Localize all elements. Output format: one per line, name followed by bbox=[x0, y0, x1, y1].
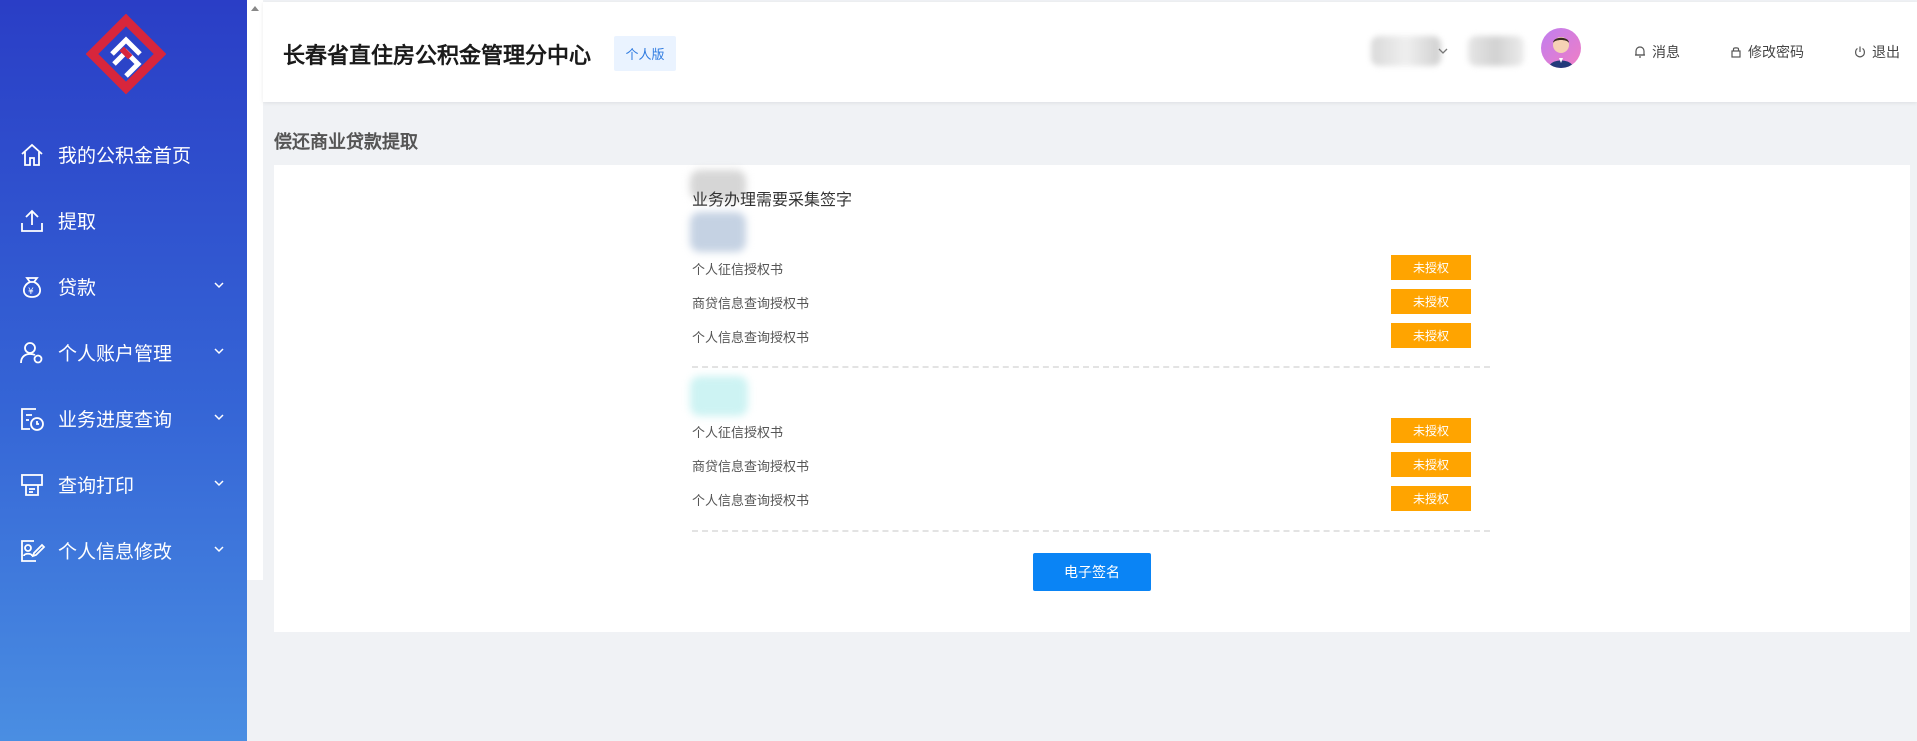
sidebar-scrollbar[interactable] bbox=[247, 0, 263, 580]
progress-clock-icon bbox=[21, 408, 44, 431]
chevron-down-icon[interactable] bbox=[1437, 46, 1449, 56]
edit-profile-icon bbox=[21, 540, 46, 562]
sidebar-item-label: 贷款 bbox=[58, 276, 97, 299]
list-item: 商贷信息查询授权书 未授权 bbox=[692, 452, 1472, 478]
logout-button[interactable]: 退出 bbox=[1853, 42, 1900, 62]
money-bag-icon: ¥ bbox=[22, 277, 42, 298]
esign-button[interactable]: 电子签名 bbox=[1033, 553, 1151, 591]
change-password-label: 修改密码 bbox=[1748, 45, 1804, 61]
list-item: 个人信息查询授权书 未授权 bbox=[692, 486, 1472, 512]
sidebar: 我的公积金首页 提取 ¥ 贷款 个人账户管理 业务进度查询 查询打印 个人信息修… bbox=[0, 0, 247, 741]
change-password-button[interactable]: 修改密码 bbox=[1729, 42, 1804, 62]
sidebar-item-loan[interactable]: ¥ 贷款 bbox=[0, 258, 247, 314]
status-badge[interactable]: 未授权 bbox=[1391, 323, 1471, 348]
printer-icon bbox=[21, 474, 43, 496]
user-settings-icon bbox=[20, 342, 43, 364]
status-badge[interactable]: 未授权 bbox=[1391, 255, 1471, 280]
svg-text:¥: ¥ bbox=[28, 287, 34, 297]
signature-note: 业务办理需要采集签字 bbox=[692, 190, 853, 209]
chevron-down-icon bbox=[214, 348, 224, 355]
redacted-user-name bbox=[1468, 36, 1524, 66]
sidebar-item-label: 个人账户管理 bbox=[58, 342, 173, 365]
messages-label: 消息 bbox=[1652, 45, 1680, 61]
chevron-down-icon bbox=[214, 414, 224, 421]
redacted-name bbox=[690, 212, 746, 252]
sidebar-item-withdraw[interactable]: 提取 bbox=[0, 192, 247, 248]
row-label: 个人信息查询授权书 bbox=[692, 331, 810, 346]
sidebar-item-home[interactable]: 我的公积金首页 bbox=[0, 126, 247, 182]
lock-icon bbox=[1731, 47, 1741, 58]
sidebar-item-progress[interactable]: 业务进度查询 bbox=[0, 390, 247, 446]
redacted-name bbox=[690, 376, 748, 416]
logout-label: 退出 bbox=[1872, 45, 1900, 61]
home-icon bbox=[21, 143, 43, 166]
chevron-down-icon bbox=[214, 546, 224, 553]
sidebar-item-profile-edit[interactable]: 个人信息修改 bbox=[0, 522, 247, 578]
list-item: 个人征信授权书 未授权 bbox=[692, 255, 1472, 281]
list-item: 商贷信息查询授权书 未授权 bbox=[692, 289, 1472, 315]
avatar[interactable] bbox=[1541, 28, 1581, 68]
row-label: 个人征信授权书 bbox=[692, 426, 784, 441]
housing-fund-logo bbox=[85, 13, 167, 98]
list-item: 个人征信授权书 未授权 bbox=[692, 418, 1472, 444]
status-badge[interactable]: 未授权 bbox=[1391, 418, 1471, 443]
sidebar-item-label: 提取 bbox=[58, 210, 97, 233]
upload-icon bbox=[21, 209, 43, 232]
chevron-down-icon bbox=[214, 282, 224, 289]
sidebar-item-account[interactable]: 个人账户管理 bbox=[0, 324, 247, 380]
list-item: 个人信息查询授权书 未授权 bbox=[692, 323, 1472, 349]
page-title: 偿还商业贷款提取 bbox=[274, 132, 418, 153]
sidebar-item-label: 业务进度查询 bbox=[58, 408, 173, 431]
status-badge[interactable]: 未授权 bbox=[1391, 289, 1471, 314]
group-divider bbox=[692, 366, 1490, 368]
scroll-up-icon[interactable] bbox=[250, 4, 260, 12]
bell-icon bbox=[1635, 46, 1645, 58]
power-icon bbox=[1855, 46, 1865, 58]
version-badge: 个人版 bbox=[614, 36, 676, 71]
chevron-down-icon bbox=[214, 480, 224, 487]
messages-button[interactable]: 消息 bbox=[1633, 42, 1680, 62]
sidebar-item-label: 我的公积金首页 bbox=[58, 144, 192, 167]
group-divider bbox=[692, 530, 1490, 532]
row-label: 个人信息查询授权书 bbox=[692, 494, 810, 509]
site-title: 长春省直住房公积金管理分中心 bbox=[283, 44, 592, 69]
status-badge[interactable]: 未授权 bbox=[1391, 486, 1471, 511]
row-label: 个人征信授权书 bbox=[692, 263, 784, 278]
status-badge[interactable]: 未授权 bbox=[1391, 452, 1471, 477]
row-label: 商贷信息查询授权书 bbox=[692, 460, 810, 475]
redacted-user-id bbox=[1371, 36, 1441, 66]
top-header: 长春省直住房公积金管理分中心 个人版 消息 修改密码 退出 bbox=[263, 2, 1917, 102]
sidebar-item-label: 查询打印 bbox=[58, 474, 135, 497]
row-label: 商贷信息查询授权书 bbox=[692, 297, 810, 312]
sidebar-item-print[interactable]: 查询打印 bbox=[0, 456, 247, 512]
sidebar-item-label: 个人信息修改 bbox=[58, 540, 173, 563]
